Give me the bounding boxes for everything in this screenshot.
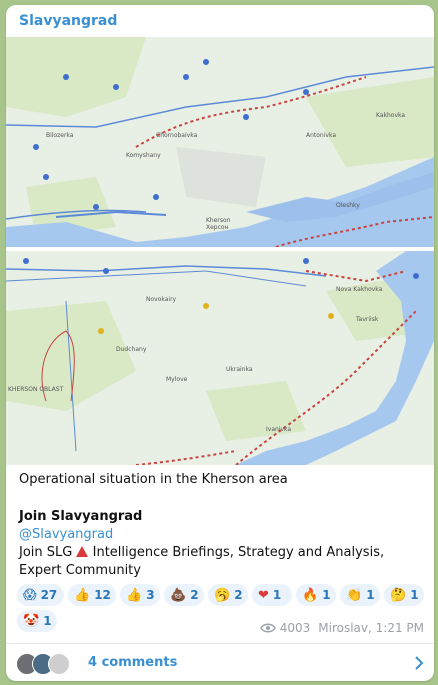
reaction-count: 2 (190, 588, 199, 602)
commenter-avatars (16, 653, 86, 675)
map1-label: Bilozerka (46, 132, 74, 139)
reaction-emoji-icon: 👏 (346, 587, 363, 603)
map2-label: Dudchany (116, 346, 147, 353)
reaction-emoji-icon: 😱 (23, 587, 37, 603)
reaction-emoji-icon: 🔥 (302, 587, 319, 603)
post-caption: Operational situation in the Kherson are… (19, 472, 288, 487)
map1-label: Kherson (206, 217, 231, 224)
map2-label: Novokairy (146, 296, 177, 303)
reaction-count: 1 (43, 614, 52, 628)
join-title: Join Slavyangrad (19, 509, 143, 524)
eye-icon (259, 623, 276, 633)
map1-label: Antonivka (306, 132, 336, 139)
reaction-emoji-icon: ❤ (258, 587, 269, 603)
reaction-count: 1 (272, 588, 282, 602)
reaction-count: 1 (410, 588, 419, 602)
reaction-emoji-icon: 🤡 (23, 613, 40, 629)
join-description: Join SLG Intelligence Briefings, Strateg… (19, 544, 424, 580)
views-count: 4003 (279, 621, 311, 635)
map1-label: Oleshky (336, 202, 360, 209)
red-triangle-icon (76, 546, 89, 557)
reaction-count: 12 (94, 588, 111, 602)
author-time: Miroslav, 1:21 PM (318, 621, 424, 635)
map1-label: Chornobaivka (156, 132, 198, 139)
comments-count-label: 4 comments (88, 655, 178, 670)
chevron-right-icon (415, 656, 424, 670)
reaction-chip[interactable]: 🥱 2 (208, 584, 248, 606)
message-card: Slavyangrad Kherson Херсон Antonivka Kom… (6, 5, 434, 681)
map1-label: Komyshany (126, 152, 161, 159)
channel-handle-link[interactable]: @Slavyangrad (19, 526, 424, 544)
map2-label: Tavriisk (355, 316, 379, 323)
reaction-count: 27 (40, 588, 58, 602)
reaction-chip[interactable]: 👏 1 (340, 584, 380, 606)
reaction-emoji-icon: 🥱 (214, 587, 231, 603)
reaction-chip[interactable]: ❤ 1 (252, 584, 292, 606)
avatar (48, 653, 70, 675)
reaction-count: 1 (366, 588, 375, 602)
message-meta: 4003 Miroslav, 1:21 PM (259, 621, 424, 635)
reaction-chip[interactable]: 🔥 1 (296, 584, 336, 606)
reaction-emoji-icon: 👍 (74, 587, 91, 603)
reaction-chip[interactable]: 😱 27 (17, 584, 64, 606)
channel-name[interactable]: Slavyangrad (19, 13, 117, 29)
map-image-2[interactable]: Novokairy Dudchany Mylove Nova Kakhovka … (6, 251, 434, 465)
reaction-count: 3 (146, 588, 155, 602)
reaction-chip[interactable]: 💩 2 (164, 584, 204, 606)
map2-label: Nova Kakhovka (336, 286, 383, 293)
join-desc-start: Join SLG (19, 545, 77, 560)
reaction-count: 2 (234, 588, 243, 602)
map2-label: KHERSON OBLAST (8, 386, 64, 393)
reaction-emoji-icon: 👍 (126, 587, 143, 603)
reaction-emoji-icon: 💩 (170, 587, 187, 603)
map2-label: Ukrainka (226, 366, 253, 373)
reaction-chip[interactable]: 🤡 1 (17, 610, 57, 632)
reaction-chip[interactable]: 👍 3 (120, 584, 160, 606)
reaction-chip[interactable]: 👍 12 (68, 584, 116, 606)
reaction-count: 1 (322, 588, 331, 602)
map-image-1[interactable]: Kherson Херсон Antonivka Komyshany Chorn… (6, 37, 434, 247)
map2-label: Ivanivka (266, 426, 291, 433)
comments-button[interactable]: 4 comments (6, 643, 434, 681)
map2-label: Mylove (166, 376, 188, 383)
map1-label: Херсон (206, 224, 229, 231)
reaction-chip[interactable]: 🤔 1 (384, 584, 424, 606)
map1-label: Kakhovka (376, 112, 405, 119)
reaction-emoji-icon: 🤔 (390, 587, 407, 603)
